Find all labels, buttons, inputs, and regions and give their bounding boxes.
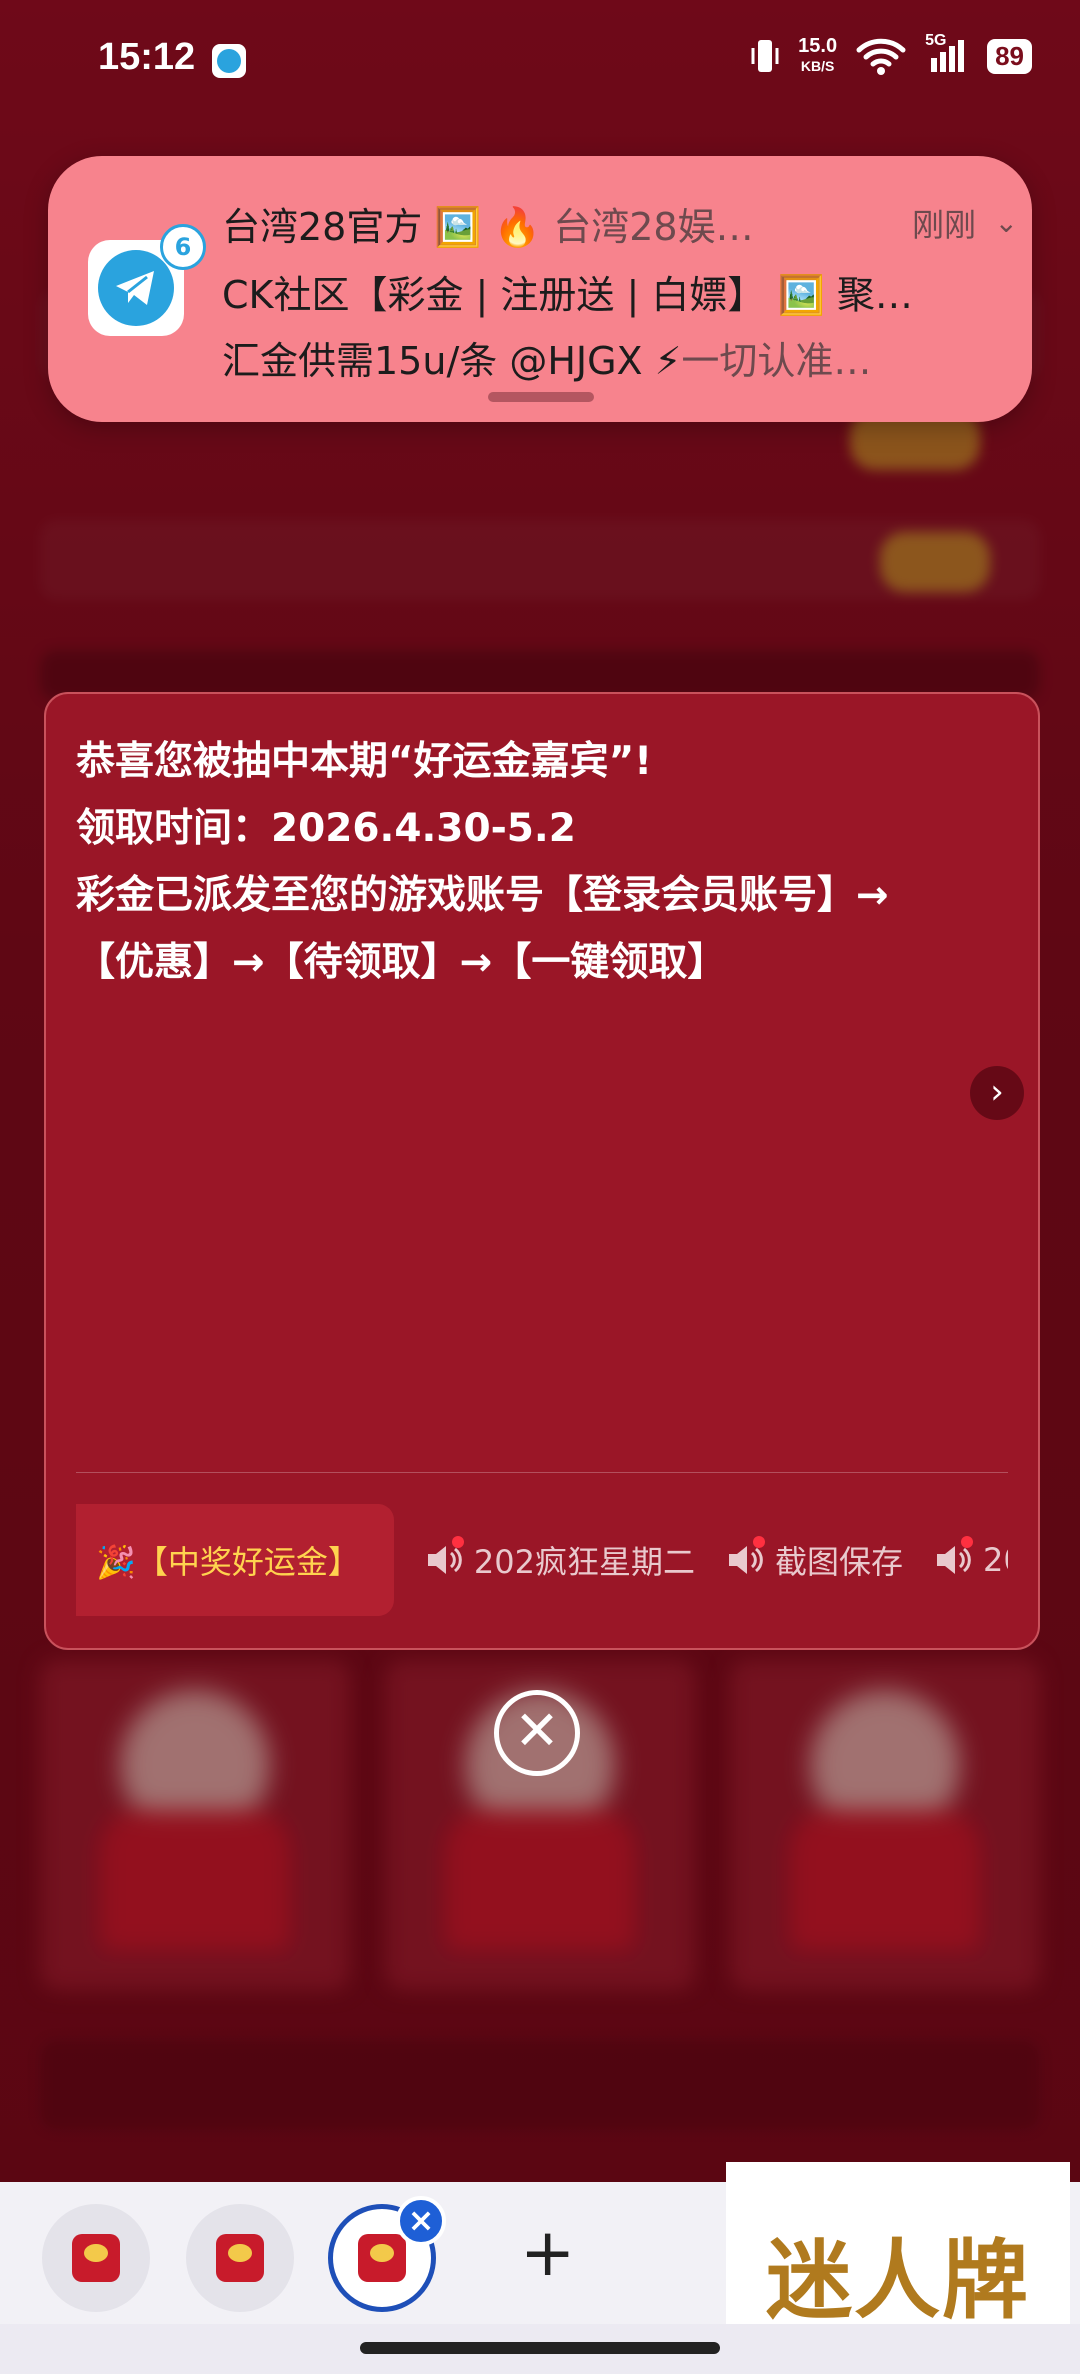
vibrate-icon (751, 40, 779, 72)
app-tab-wht[interactable] (42, 2204, 150, 2312)
paper-plane-icon (116, 271, 154, 305)
status-bar: 15:12 15.0 KB/S 5G 89 (0, 0, 1080, 120)
speaker-icon (933, 1536, 973, 1578)
close-dialog-button[interactable]: ✕ (494, 1690, 580, 1776)
promo-line: 恭喜您被抽中本期“好运金嘉宾”! (76, 739, 653, 784)
ticker-item[interactable]: 20 (933, 1536, 1008, 1579)
notification-time: 刚刚 (911, 206, 976, 244)
chevron-down-icon[interactable]: ⌄ (995, 206, 1018, 239)
chevron-right-icon[interactable]: › (970, 1066, 1024, 1120)
drag-handle[interactable] (488, 392, 594, 402)
home-gesture-handle[interactable] (360, 2342, 720, 2354)
notification-banner[interactable]: 6 台湾28官方 🖼️ 🔥 台湾28娱… CK社区【彩金 | 注册送 | 白嫖】… (48, 156, 1032, 422)
telegram-icon (212, 44, 246, 78)
add-tab-button[interactable]: + (520, 2220, 575, 2286)
announcement-ticker: 🎉【中奖好运金】 202疯狂星期二 截图保存 20 (76, 1504, 1008, 1616)
close-tab-icon[interactable]: × (396, 2196, 446, 2246)
app-tab-202[interactable] (186, 2204, 294, 2312)
app-logo (358, 2234, 406, 2282)
cellular-signal-icon: 5G (925, 32, 969, 76)
divider (76, 1472, 1008, 1473)
battery-indicator: 89 (987, 38, 1032, 74)
speaker-icon (725, 1536, 765, 1578)
ticker-item[interactable]: 202疯狂星期二 (424, 1536, 695, 1583)
promo-line: 领取时间：2026.4.30-5.2 (76, 806, 576, 851)
promo-line: 彩金已派发至您的游戏账号【登录会员账号】→ (76, 873, 889, 918)
promo-line: 【优惠】→【待领取】→【一键领取】 (76, 940, 727, 985)
wifi-icon (856, 38, 906, 75)
clock: 15:12 (98, 36, 196, 78)
promo-dialog: 恭喜您被抽中本期“好运金嘉宾”! 领取时间：2026.4.30-5.2 彩金已派… (44, 692, 1040, 1650)
speaker-icon (424, 1536, 464, 1578)
network-speed: 15.0 KB/S (798, 35, 838, 74)
app-logo (72, 2234, 120, 2282)
unread-badge: 6 (160, 224, 206, 270)
app-logo (216, 2234, 264, 2282)
notification-line: CK社区【彩金 | 注册送 | 白嫖】 🖼️ 聚… (222, 273, 913, 317)
ticker-item[interactable]: 截图保存 (725, 1536, 903, 1583)
notification-title: 台湾28官方 🖼️ 🔥 台湾28娱… (222, 205, 754, 249)
notification-line: 汇金供需15u/条 @HJGX ⚡一切认准… (222, 339, 872, 383)
promo-message: 恭喜您被抽中本期“好运金嘉宾”! 领取时间：2026.4.30-5.2 彩金已派… (76, 728, 1016, 996)
ticker-item-active[interactable]: 🎉【中奖好运金】 (76, 1504, 394, 1616)
